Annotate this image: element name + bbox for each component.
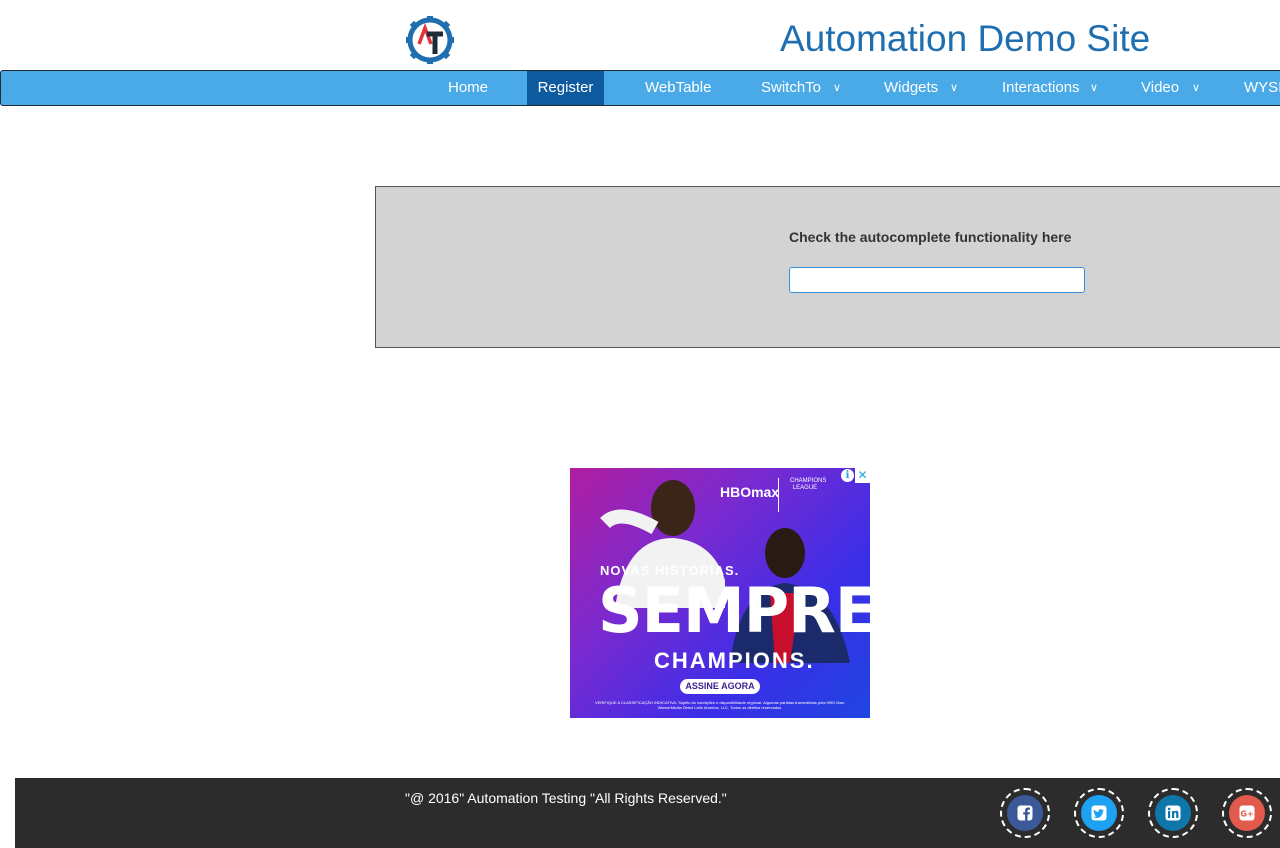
autocomplete-panel: Check the autocomplete functionality her… [375, 186, 1280, 348]
main-navbar: Home Register WebTable SwitchTo ∨ Widgets… [0, 70, 1280, 106]
linkedin-icon [1155, 795, 1191, 831]
nav-wysiwyg[interactable]: WYSIWYG [1244, 71, 1280, 105]
ad-brand-logo: HBOmax [720, 484, 780, 500]
site-title: Automation Demo Site [780, 18, 1151, 59]
chevron-down-icon: ∨ [833, 82, 842, 94]
nav-switchto-label: SwitchTo [761, 79, 822, 96]
nav-home-label: Home [448, 79, 489, 96]
ad-fine-print: VERIFIQUE A CLASSIFICAÇÃO INDICATIVA. Su… [595, 700, 845, 710]
nav-switchto[interactable]: SwitchTo ∨ [761, 71, 845, 105]
footer-copyright: "@ 2016" Automation Testing "All Rights … [405, 790, 727, 806]
facebook-icon [1007, 795, 1043, 831]
chevron-down-icon: ∨ [1192, 82, 1201, 94]
nav-home[interactable]: Home [448, 71, 488, 105]
google-plus-link[interactable]: G+ [1222, 788, 1272, 838]
advertisement-banner[interactable]: HBOmax CHAMPIONS LEAGUE NOVAS HISTÓRIAS.… [570, 468, 870, 718]
linkedin-link[interactable] [1148, 788, 1198, 838]
site-logo-icon[interactable] [405, 14, 455, 66]
autocomplete-input[interactable] [789, 267, 1085, 293]
nav-register-label: Register [537, 79, 594, 96]
chevron-down-icon: ∨ [950, 82, 959, 94]
ad-headline: SEMPRE [598, 574, 870, 647]
nav-widgets-label: Widgets [884, 79, 939, 96]
nav-video[interactable]: Video ∨ [1141, 71, 1205, 105]
nav-interactions[interactable]: Interactions ∨ [1002, 71, 1102, 105]
google-plus-icon: G+ [1229, 795, 1265, 831]
ad-league-logo: CHAMPIONS LEAGUE [790, 478, 827, 491]
ad-subheadline: CHAMPIONS. [654, 648, 815, 673]
site-footer: "@ 2016" Automation Testing "All Rights … [15, 778, 1280, 848]
autocomplete-label: Check the autocomplete functionality her… [789, 229, 1072, 245]
info-icon[interactable]: i [841, 469, 854, 482]
close-icon[interactable]: ✕ [855, 468, 870, 483]
nav-video-label: Video [1141, 79, 1180, 96]
nav-register[interactable]: Register [527, 71, 604, 105]
twitter-link[interactable] [1074, 788, 1124, 838]
chevron-down-icon: ∨ [1090, 82, 1099, 94]
nav-webtable[interactable]: WebTable [645, 71, 711, 105]
nav-webtable-label: WebTable [645, 79, 712, 96]
facebook-link[interactable] [1000, 788, 1050, 838]
ad-cta-button[interactable]: ASSINE AGORA [680, 679, 760, 694]
nav-widgets[interactable]: Widgets ∨ [884, 71, 964, 105]
nav-interactions-label: Interactions [1002, 79, 1080, 96]
svg-text:G+: G+ [1240, 810, 1253, 819]
twitter-icon [1081, 795, 1117, 831]
nav-wysiwyg-label: WYSIWYG [1244, 79, 1280, 96]
site-header: Automation Demo Site [0, 0, 1280, 70]
